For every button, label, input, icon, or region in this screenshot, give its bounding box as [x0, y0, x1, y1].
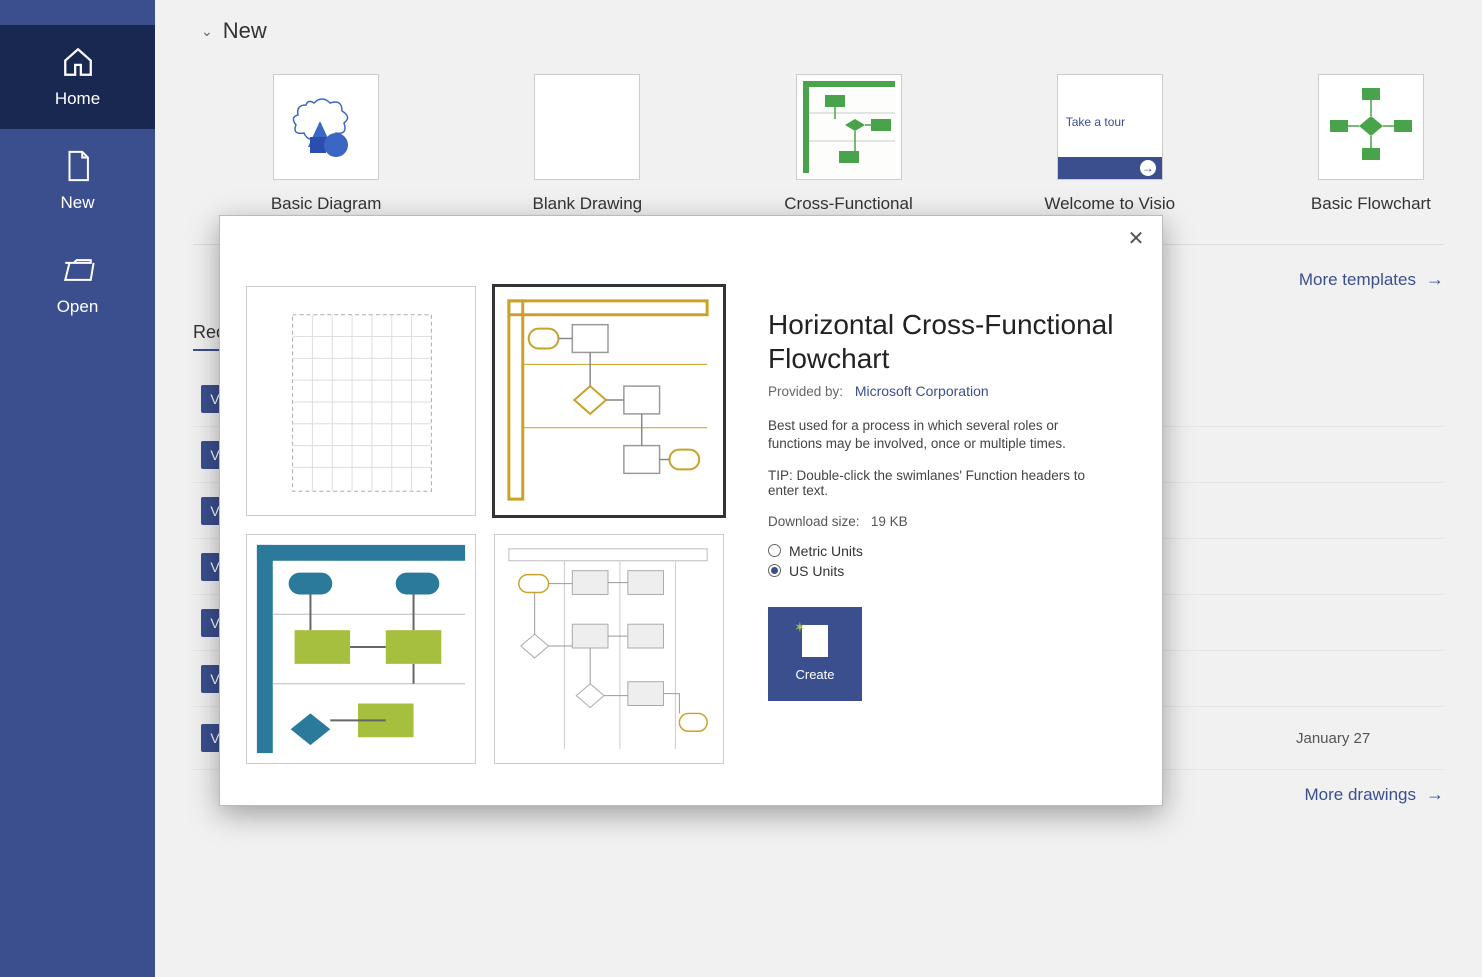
- nav-new[interactable]: New: [0, 129, 155, 233]
- backstage-sidebar: Home New Open: [0, 0, 155, 977]
- chevron-down-icon: ⌄: [201, 23, 213, 40]
- variant-horizontal-teal[interactable]: [246, 534, 476, 764]
- template-description: Best used for a process in which several…: [768, 417, 1116, 453]
- template-blank[interactable]: Blank Drawing: [514, 74, 660, 234]
- arrow-right-icon: →: [1426, 784, 1444, 805]
- template-label: Basic Flowchart: [1311, 194, 1431, 214]
- arrow-right-icon: →: [1426, 269, 1444, 290]
- template-basic-flowchart[interactable]: Basic Flowchart: [1298, 74, 1444, 234]
- radio-metric-units[interactable]: Metric Units: [768, 543, 1116, 559]
- open-folder-icon: [61, 253, 95, 287]
- template-thumb: Take a tour →: [1057, 74, 1163, 180]
- arrow-right-icon: →: [1140, 160, 1156, 176]
- variant-vertical-gray[interactable]: [494, 534, 724, 764]
- variant-blank-grid[interactable]: [246, 286, 476, 516]
- template-title: Horizontal Cross-Functional Flowchart: [768, 308, 1116, 375]
- download-size-value: 19 KB: [871, 514, 908, 529]
- radio-us-label: US Units: [789, 563, 844, 579]
- radio-metric-label: Metric Units: [789, 543, 863, 559]
- nav-new-label: New: [60, 193, 94, 213]
- template-variant-grid: [246, 238, 724, 783]
- section-new-label: New: [223, 18, 267, 44]
- home-icon: [61, 45, 95, 79]
- provider-link[interactable]: Microsoft Corporation: [855, 383, 989, 399]
- create-button-label: Create: [795, 667, 834, 682]
- template-label: Blank Drawing: [533, 194, 643, 214]
- template-tip: TIP: Double-click the swimlanes' Functio…: [768, 468, 1116, 498]
- template-thumb: [273, 74, 379, 180]
- new-file-icon: [61, 149, 95, 183]
- template-welcome[interactable]: Take a tour → Welcome to Visio: [1037, 74, 1183, 234]
- radio-icon: [768, 544, 781, 557]
- variant-horizontal-gold[interactable]: [494, 286, 724, 516]
- more-templates-label: More templates: [1299, 270, 1416, 290]
- more-drawings-label: More drawings: [1305, 785, 1417, 805]
- recent-file-date: January 27: [1296, 730, 1436, 747]
- template-thumb: [1318, 74, 1424, 180]
- provided-by-label: Provided by:: [768, 384, 843, 399]
- take-a-tour-text: Take a tour: [1066, 115, 1125, 129]
- nav-home-label: Home: [55, 89, 100, 109]
- template-details: Horizontal Cross-Functional Flowchart Pr…: [724, 238, 1136, 783]
- templates-row: Basic Diagram Blank Drawing: [193, 74, 1444, 234]
- radio-us-units[interactable]: US Units: [768, 563, 1116, 579]
- close-button[interactable]: ✕: [1122, 224, 1150, 252]
- new-document-icon: ✶: [802, 625, 828, 657]
- download-size-label: Download size:: [768, 514, 860, 529]
- template-thumb: [796, 74, 902, 180]
- template-crossfunctional[interactable]: Cross-Functional Flowchart: [775, 74, 921, 234]
- nav-open-label: Open: [57, 297, 99, 317]
- template-preview-dialog: ✕: [219, 215, 1163, 806]
- template-basic-diagram[interactable]: Basic Diagram: [253, 74, 399, 234]
- create-button[interactable]: ✶ Create: [768, 607, 862, 701]
- close-icon: ✕: [1128, 226, 1145, 251]
- template-thumb: [534, 74, 640, 180]
- nav-open[interactable]: Open: [0, 233, 155, 337]
- nav-home[interactable]: Home: [0, 25, 155, 129]
- template-label: Welcome to Visio: [1044, 194, 1175, 214]
- template-label: Basic Diagram: [271, 194, 382, 214]
- radio-icon: [768, 564, 781, 577]
- section-new-header[interactable]: ⌄ New: [201, 18, 1444, 44]
